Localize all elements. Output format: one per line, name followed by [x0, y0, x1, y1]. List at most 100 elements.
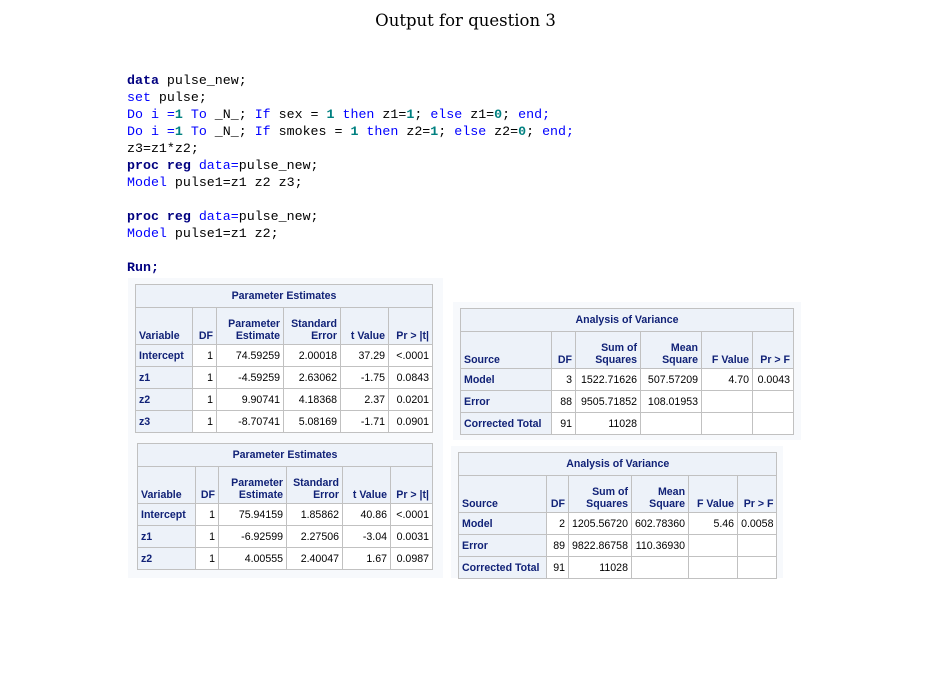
code-token: 0	[494, 107, 503, 122]
column-header: Variable	[137, 466, 196, 504]
table-cell: 11028	[568, 556, 632, 579]
table-cell: 91	[546, 556, 569, 579]
column-header: Pr > |t|	[390, 466, 433, 504]
column-header: DF	[551, 331, 576, 369]
table-cell: 0.0043	[752, 368, 794, 391]
code-token: To	[182, 107, 215, 122]
table-caption: Analysis of Variance	[457, 452, 778, 476]
table-cell: 1	[195, 547, 219, 570]
code-token: 0	[518, 124, 527, 139]
column-header: Mean Square	[640, 331, 702, 369]
code-token: Do i =	[127, 107, 175, 122]
code-token: z1=	[382, 107, 407, 122]
table-cell: 5.08169	[283, 410, 341, 433]
table-cell: <.0001	[390, 503, 433, 526]
code-token: smokes =	[278, 124, 351, 139]
table-cell: -8.70741	[216, 410, 284, 433]
code-token: Model	[127, 226, 167, 241]
code-token: 1	[326, 107, 335, 122]
table-cell: 2.63062	[283, 366, 341, 389]
column-header: Pr > F	[737, 475, 778, 513]
table-cell: 1	[192, 344, 217, 367]
code-token: Do i =	[127, 124, 175, 139]
table-row: Intercept 1 74.59259 2.00018 37.29 <.0001	[135, 344, 433, 367]
code-token: then	[358, 124, 407, 139]
table-cell	[752, 412, 794, 435]
column-header: Sum of Squares	[575, 331, 641, 369]
table-cell: 5.46	[688, 512, 739, 535]
table-cell: 1.67	[342, 547, 391, 570]
table-cell: 2	[546, 512, 569, 535]
table-row: Error 88 9505.71852 108.01953	[460, 390, 794, 413]
table-cell: 74.59259	[216, 344, 284, 367]
table-cell	[737, 556, 778, 579]
column-header: Pr > |t|	[388, 307, 433, 345]
code-line: Run;	[127, 259, 574, 276]
table-cell: -4.59259	[216, 366, 284, 389]
table-header-row: Variable DF Parameter Estimate Standard Error…	[135, 307, 433, 345]
table-cell: 1205.56720	[568, 512, 632, 535]
code-token: z3=z1*z2;	[127, 141, 199, 156]
table-cell: 89	[546, 534, 569, 557]
code-token: _N_;	[214, 124, 247, 139]
table-row: z2 1 4.00555 2.40047 1.67 0.0987	[137, 547, 433, 570]
table-cell: 40.86	[342, 503, 391, 526]
table-cell: 75.94159	[218, 503, 287, 526]
row-header: Error	[458, 534, 547, 557]
row-header: z3	[135, 410, 193, 433]
code-line: proc reg data=pulse_new;	[127, 208, 574, 225]
code-token: set	[127, 90, 151, 105]
table-cell: 1	[195, 503, 219, 526]
table-cell: 9822.86758	[568, 534, 632, 557]
column-header: DF	[192, 307, 217, 345]
code-token: data=	[190, 209, 239, 224]
row-header: Corrected Total	[460, 412, 552, 435]
code-token: pulse_new;	[238, 209, 319, 224]
table-caption: Analysis of Variance	[460, 308, 794, 332]
table-row: z3 1 -8.70741 5.08169 -1.71 0.0901	[135, 410, 433, 433]
code-line: Model pulse1=z1 z2;	[127, 225, 574, 242]
table-cell: 0.0031	[390, 525, 433, 548]
table-header-row: Variable DF Parameter Estimate Standard Error…	[137, 466, 433, 504]
code-token: pulse;	[150, 90, 207, 105]
code-token: end;	[542, 124, 574, 139]
table-cell: -3.04	[342, 525, 391, 548]
table-cell: 2.37	[340, 388, 389, 411]
table-row: Intercept 1 75.94159 1.85862 40.86 <.0001	[137, 503, 433, 526]
table-cell	[640, 412, 702, 435]
table-cell: 507.57209	[640, 368, 702, 391]
table-row: Corrected Total 91 11028	[458, 556, 778, 579]
column-header: t Value	[342, 466, 391, 504]
table-cell: 108.01953	[640, 390, 702, 413]
row-header: Model	[460, 368, 552, 391]
table-cell	[688, 556, 739, 579]
column-header: Standard Error	[283, 307, 341, 345]
table-cell: 4.70	[701, 368, 753, 391]
column-header: Source	[460, 331, 552, 369]
table-cell	[752, 390, 794, 413]
table-cell: 1	[192, 366, 217, 389]
row-header: z1	[137, 525, 196, 548]
code-token: else	[430, 107, 471, 122]
code-token: To	[182, 124, 215, 139]
row-header: z2	[135, 388, 193, 411]
code-line: data pulse_new;	[127, 72, 574, 89]
code-token: ;	[414, 107, 431, 122]
column-header: Standard Error	[286, 466, 343, 504]
table-cell: <.0001	[388, 344, 433, 367]
code-token: 1	[174, 107, 183, 122]
code-token: z2=	[406, 124, 431, 139]
table-cell: 91	[551, 412, 576, 435]
table-cell: 1	[195, 525, 219, 548]
row-header: z1	[135, 366, 193, 389]
code-token: end;	[518, 107, 551, 122]
code-token: data=	[190, 158, 239, 173]
table-cell: 0.0843	[388, 366, 433, 389]
table-row: Corrected Total 91 11028	[460, 412, 794, 435]
parameter-estimates-table-1: Parameter Estimates Variable DF Parameter Es…	[135, 284, 433, 433]
code-line: set pulse;	[127, 89, 574, 106]
code-token: ;	[438, 124, 455, 139]
table-row: z1 1 -6.92599 2.27506 -3.04 0.0031	[137, 525, 433, 548]
table-row: Model 3 1522.71626 507.57209 4.70 0.0043	[460, 368, 794, 391]
